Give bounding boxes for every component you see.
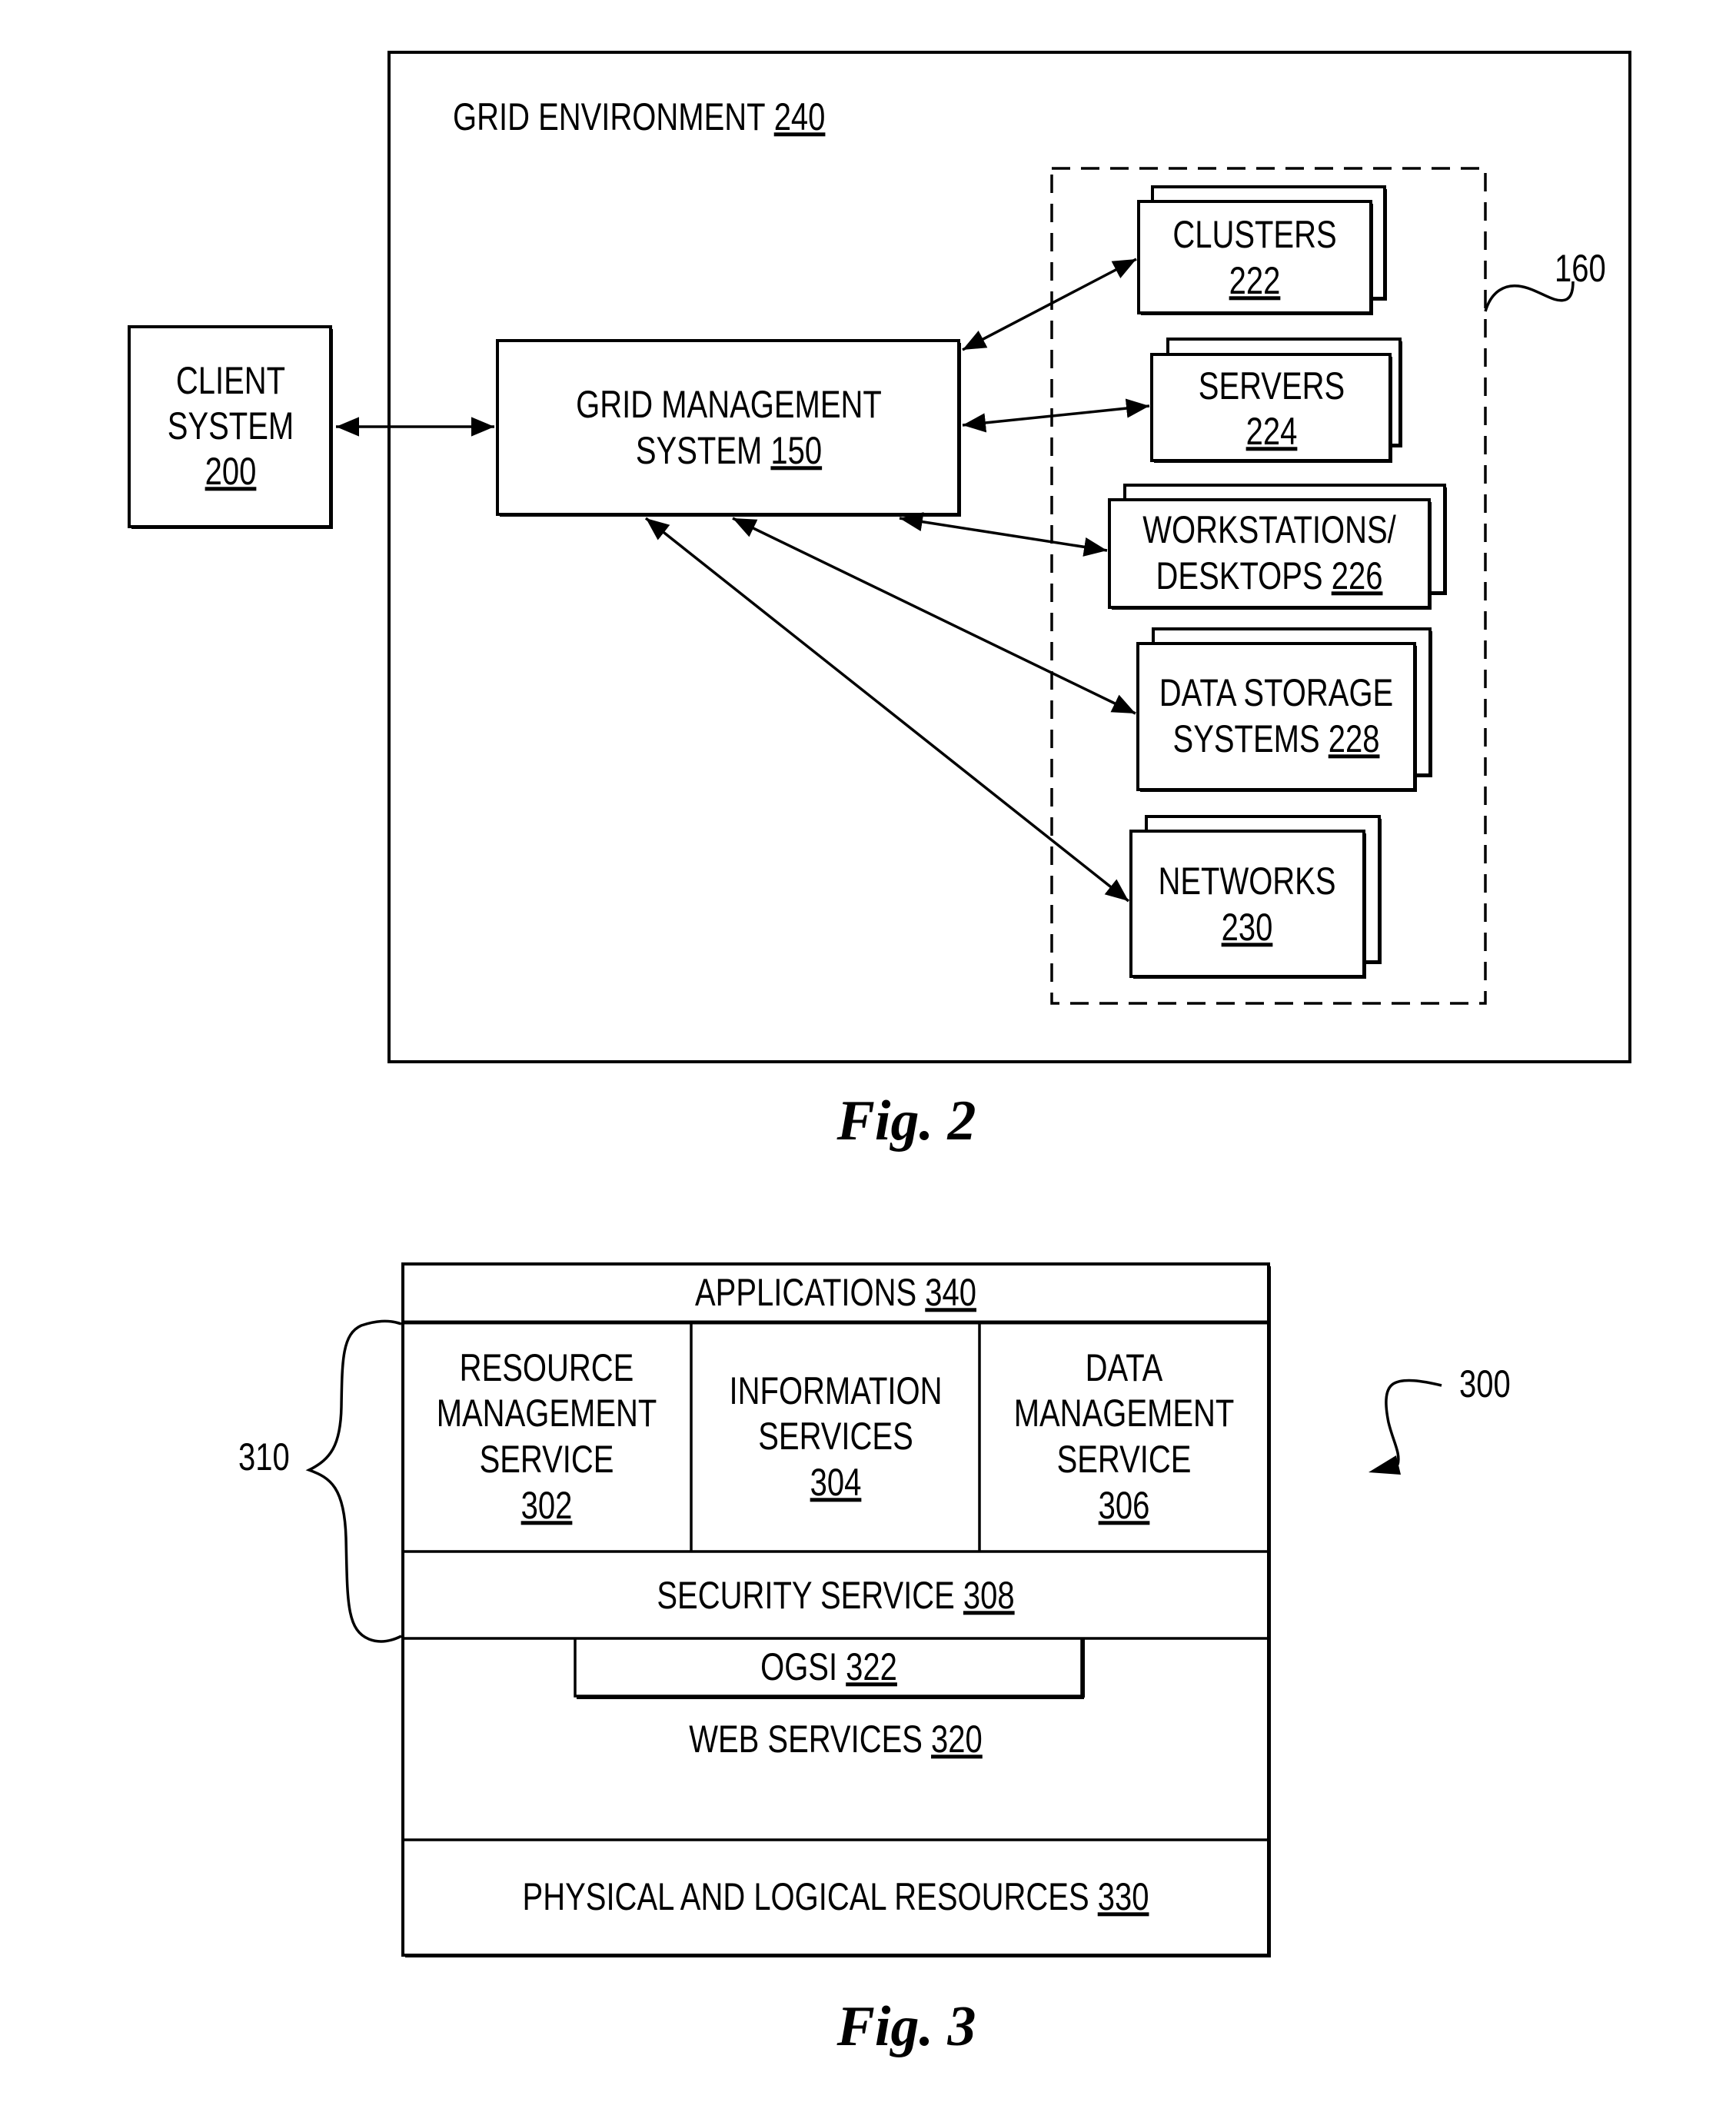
security-service-layer: SECURITY SERVICE 308 — [657, 1574, 1014, 1617]
servers-node: SERVERS 224 — [1150, 338, 1402, 463]
grid-environment-ref: 240 — [774, 95, 826, 138]
figure-2-caption: Fig. 2 — [836, 1089, 976, 1152]
figure-3-caption: Fig. 3 — [836, 1995, 976, 2058]
physical-logical-resources-layer: PHYSICAL AND LOGICAL RESOURCES 330 — [523, 1875, 1149, 1918]
ogsi-ref: 322 — [846, 1645, 897, 1688]
dms-line-2: MANAGEMENT — [1014, 1392, 1235, 1435]
clusters-node: CLUSTERS 222 — [1137, 185, 1387, 315]
client-system-line-2: SYSTEM — [168, 404, 294, 447]
data-storage-node: DATA STORAGE SYSTEMS 228 — [1136, 627, 1432, 792]
workstations-line-2: DESKTOPS 226 — [1156, 554, 1383, 597]
networks-label: NETWORKS — [1158, 860, 1335, 903]
rms-line-3: SERVICE — [480, 1438, 614, 1481]
networks-node: NETWORKS 230 — [1129, 815, 1382, 979]
grid-management-system-node: GRID MANAGEMENT SYSTEM 150 — [496, 339, 961, 517]
patent-drawing-sheet: GRID ENVIRONMENT 240 CLIENT SYSTEM 200 G… — [128, 51, 1631, 2058]
clusters-ref: 222 — [1229, 259, 1281, 302]
resource-group-ref: 160 — [1555, 247, 1606, 290]
physical-logical-resources-ref: 330 — [1098, 1875, 1149, 1918]
web-services-layer: WEB SERVICES 320 — [689, 1718, 983, 1761]
workstations-node: WORKSTATIONS/ DESKTOPS 226 — [1108, 484, 1447, 610]
applications-ref: 340 — [925, 1271, 976, 1314]
servers-ref: 224 — [1246, 410, 1298, 453]
web-services-ref: 320 — [931, 1718, 983, 1761]
services-group-brace — [305, 1319, 402, 1643]
figure-2: GRID ENVIRONMENT 240 CLIENT SYSTEM 200 G… — [128, 51, 1631, 1152]
gms-line-2: SYSTEM 150 — [636, 429, 822, 472]
info-ref: 304 — [810, 1461, 862, 1504]
workstations-line-1: WORKSTATIONS/ — [1142, 508, 1396, 551]
grid-environment-title: GRID ENVIRONMENT 240 — [453, 95, 825, 138]
dms-line-1: DATA — [1086, 1346, 1163, 1389]
applications-layer: APPLICATIONS 340 — [695, 1271, 976, 1314]
workstations-ref: 226 — [1332, 554, 1383, 597]
security-service-ref: 308 — [963, 1574, 1015, 1617]
gms-line-1: GRID MANAGEMENT — [576, 383, 882, 426]
rms-line-2: MANAGEMENT — [437, 1392, 657, 1435]
architecture-leader-line — [1385, 1379, 1442, 1465]
svg-text:GRID ENVIRONMENT 240: GRID ENVIRONMENT 240 — [453, 95, 825, 138]
servers-label: SERVERS — [1199, 364, 1345, 407]
grid-environment-label: GRID ENVIRONMENT — [453, 95, 766, 138]
client-system-ref: 200 — [205, 450, 257, 493]
figure-3: APPLICATIONS 340 RESOURCE MANAGEMENT SER… — [238, 1262, 1511, 2058]
networks-ref: 230 — [1222, 906, 1273, 949]
data-storage-line-1: DATA STORAGE — [1159, 671, 1393, 714]
architecture-ref: 300 — [1459, 1362, 1511, 1405]
client-system-line-1: CLIENT — [176, 359, 285, 402]
ogsi-layer: OGSI 322 — [760, 1645, 897, 1688]
data-storage-ref: 228 — [1329, 717, 1380, 760]
services-group-ref: 310 — [238, 1435, 290, 1478]
data-storage-line-2: SYSTEMS 228 — [1173, 717, 1380, 760]
rms-line-1: RESOURCE — [460, 1346, 634, 1389]
info-line-2: SERVICES — [758, 1415, 913, 1458]
dms-ref: 306 — [1099, 1484, 1150, 1527]
dms-line-3: SERVICE — [1057, 1438, 1192, 1481]
rms-ref: 302 — [521, 1484, 573, 1527]
clusters-label: CLUSTERS — [1172, 213, 1336, 256]
architecture-leader-arrowhead — [1369, 1455, 1401, 1475]
gms-ref: 150 — [770, 429, 822, 472]
client-system-node: CLIENT SYSTEM 200 — [128, 325, 333, 529]
info-line-1: INFORMATION — [730, 1369, 943, 1412]
